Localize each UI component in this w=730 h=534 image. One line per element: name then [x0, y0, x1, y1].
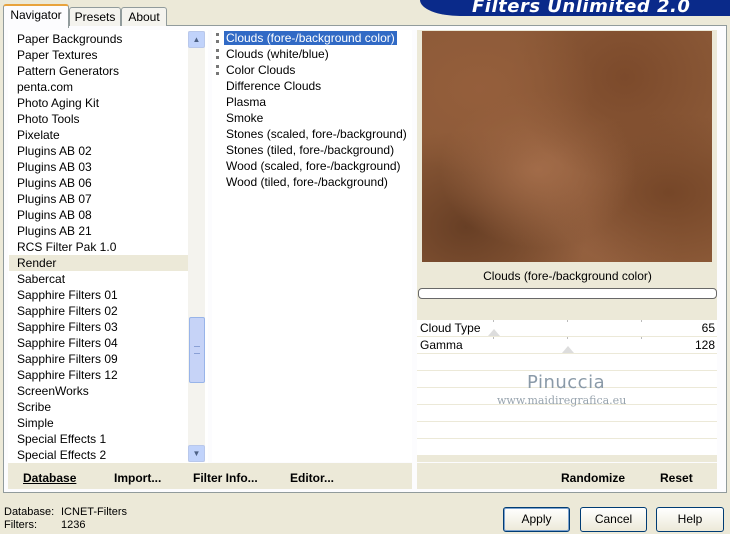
- category-item[interactable]: Photo Aging Kit: [9, 95, 189, 111]
- category-item[interactable]: Plugins AB 02: [9, 143, 189, 159]
- watermark-site: www.maidiregrafica.eu: [497, 394, 627, 407]
- category-item[interactable]: Sapphire Filters 12: [9, 367, 189, 383]
- tab-navigator[interactable]: Navigator: [3, 4, 69, 28]
- import-button[interactable]: Import...: [114, 471, 161, 485]
- filter-list-pane: Clouds (fore-/background color) Clouds (w…: [212, 30, 412, 462]
- filter-label: Stones (scaled, fore-/background): [226, 127, 407, 141]
- filter-label: Plasma: [226, 95, 267, 109]
- category-scrollbar[interactable]: ▲ ▼: [188, 31, 205, 462]
- filters-count: 1236: [61, 519, 86, 531]
- category-item[interactable]: Pattern Generators: [9, 63, 189, 79]
- apply-button[interactable]: Apply: [503, 507, 570, 532]
- filter-item[interactable]: Color Clouds: [212, 62, 409, 78]
- database-button[interactable]: Database: [23, 471, 76, 485]
- filter-label: Color Clouds: [226, 63, 296, 77]
- tab-presets[interactable]: Presets: [69, 7, 121, 26]
- slider-empty: [417, 354, 717, 371]
- category-item[interactable]: Sapphire Filters 03: [9, 319, 189, 335]
- progress-bar: [418, 288, 717, 299]
- category-item[interactable]: Sapphire Filters 04: [9, 335, 189, 351]
- app-title: Filters Unlimited 2.0: [472, 0, 691, 16]
- category-item[interactable]: Simple: [9, 415, 189, 431]
- category-item[interactable]: Plugins AB 21: [9, 223, 189, 239]
- slider-gamma[interactable]: Gamma 128: [417, 337, 717, 354]
- filter-label: Smoke: [226, 111, 264, 125]
- filters-info: Filters: 1236: [4, 519, 85, 531]
- category-item[interactable]: Paper Textures: [9, 47, 189, 63]
- category-item[interactable]: Sabercat: [9, 271, 189, 287]
- filter-label: Wood (tiled, fore-/background): [226, 175, 388, 189]
- right-toolbar: Randomize Reset: [417, 463, 717, 489]
- filter-item[interactable]: Plasma: [212, 94, 409, 110]
- category-item[interactable]: Special Effects 2: [9, 447, 189, 463]
- category-item[interactable]: Sapphire Filters 02: [9, 303, 189, 319]
- slider-empty: [417, 439, 717, 456]
- category-item[interactable]: ScreenWorks: [9, 383, 189, 399]
- category-item[interactable]: Sapphire Filters 09: [9, 351, 189, 367]
- filter-label: Difference Clouds: [226, 79, 322, 93]
- title-banner: Filters Unlimited 2.0: [420, 0, 730, 16]
- slider-empty: [417, 405, 717, 422]
- slider-label: Gamma: [420, 338, 463, 352]
- filter-label: Stones (tiled, fore-/background): [226, 143, 395, 157]
- category-list-pane: Paper Backgrounds Paper Textures Pattern G…: [8, 30, 208, 464]
- scroll-up-button[interactable]: ▲: [188, 31, 205, 48]
- category-item[interactable]: Paper Backgrounds: [9, 31, 189, 47]
- database-info: Database: ICNET-Filters: [4, 506, 127, 518]
- category-item[interactable]: Sapphire Filters 01: [9, 287, 189, 303]
- filter-item[interactable]: Clouds (fore-/background color): [212, 30, 409, 46]
- category-item[interactable]: Plugins AB 07: [9, 191, 189, 207]
- left-toolbar: Database Import... Filter Info... Editor…: [8, 463, 412, 489]
- randomize-button[interactable]: Randomize: [561, 471, 625, 485]
- filter-item[interactable]: Clouds (white/blue): [212, 46, 409, 62]
- slider-value: 65: [701, 321, 715, 335]
- category-item[interactable]: Plugins AB 08: [9, 207, 189, 223]
- category-item[interactable]: Scribe: [9, 399, 189, 415]
- preview-image: [422, 31, 712, 262]
- filter-item[interactable]: Wood (scaled, fore-/background): [212, 158, 409, 174]
- database-value: ICNET-Filters: [61, 506, 127, 518]
- filter-item[interactable]: Stones (tiled, fore-/background): [212, 142, 409, 158]
- drag-handle-icon: [216, 65, 222, 75]
- filters-label: Filters:: [4, 519, 37, 531]
- category-item[interactable]: Render: [9, 255, 189, 271]
- category-list: Paper Backgrounds Paper Textures Pattern G…: [9, 31, 189, 463]
- slider-label: Cloud Type: [420, 321, 481, 335]
- cancel-button[interactable]: Cancel: [580, 507, 647, 532]
- database-label: Database:: [4, 506, 55, 518]
- category-item[interactable]: Pixelate: [9, 127, 189, 143]
- reset-button[interactable]: Reset: [660, 471, 693, 485]
- filter-item[interactable]: Smoke: [212, 110, 409, 126]
- category-item[interactable]: RCS Filter Pak 1.0: [9, 239, 189, 255]
- filter-item[interactable]: Stones (scaled, fore-/background): [212, 126, 409, 142]
- drag-handle-icon: [216, 49, 222, 59]
- filter-item[interactable]: Wood (tiled, fore-/background): [212, 174, 409, 190]
- tab-about[interactable]: About: [121, 7, 167, 26]
- category-item[interactable]: Plugins AB 06: [9, 175, 189, 191]
- filter-info-button[interactable]: Filter Info...: [193, 471, 258, 485]
- slider-knob[interactable]: [562, 346, 574, 353]
- filter-item[interactable]: Difference Clouds: [212, 78, 409, 94]
- grip-icon: [194, 346, 200, 354]
- slider-value: 128: [694, 338, 715, 352]
- slider-cloud-type[interactable]: Cloud Type 65: [417, 320, 717, 337]
- scroll-thumb[interactable]: [189, 317, 205, 383]
- filter-label: Wood (scaled, fore-/background): [226, 159, 401, 173]
- slider-knob[interactable]: [488, 329, 500, 336]
- help-button[interactable]: Help: [656, 507, 724, 532]
- scroll-down-button[interactable]: ▼: [188, 445, 205, 462]
- category-item[interactable]: penta.com: [9, 79, 189, 95]
- watermark-title: Pinuccia: [527, 372, 606, 393]
- slider-empty: [417, 422, 717, 439]
- filter-label: Clouds (white/blue): [226, 47, 329, 61]
- filter-list: Clouds (fore-/background color) Clouds (w…: [212, 30, 409, 190]
- drag-handle-icon: [216, 33, 222, 43]
- filter-label: Clouds (fore-/background color): [223, 30, 398, 46]
- category-item[interactable]: Photo Tools: [9, 111, 189, 127]
- category-item[interactable]: Plugins AB 03: [9, 159, 189, 175]
- preview-label: Clouds (fore-/background color): [483, 269, 652, 283]
- category-item[interactable]: Special Effects 1: [9, 431, 189, 447]
- editor-button[interactable]: Editor...: [290, 471, 334, 485]
